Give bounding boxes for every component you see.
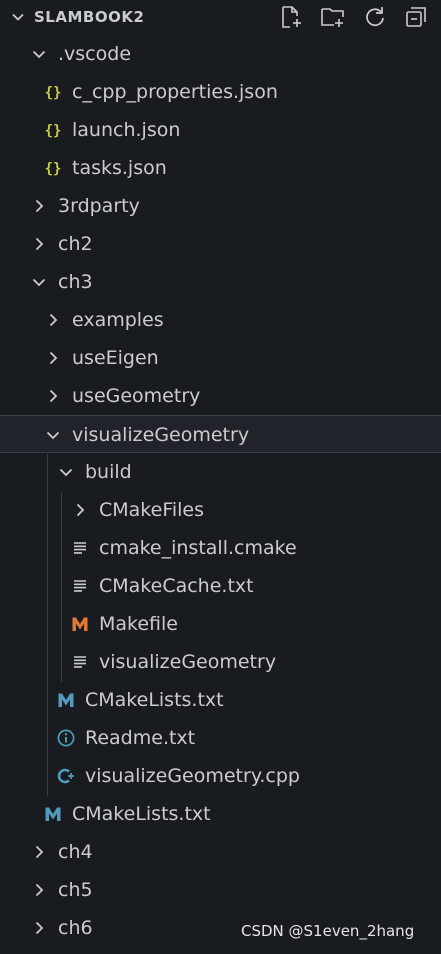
tree-item-label: tasks.json <box>72 157 167 179</box>
collapse-all-icon[interactable] <box>403 4 429 30</box>
tree-file-visualizegeometry[interactable]: visualizeGeometry <box>0 643 441 681</box>
tree-folder-useeigen[interactable]: useEigen <box>0 339 441 377</box>
tree-item-label: examples <box>72 309 164 331</box>
tree-file-cmake-install-cmake[interactable]: cmake_install.cmake <box>0 529 441 567</box>
tree-item-label: 3rdparty <box>58 195 140 217</box>
tree-item-label: ch2 <box>58 233 93 255</box>
tree-file-c-cpp-properties-json[interactable]: {} c_cpp_properties.json <box>0 73 441 111</box>
chevron-down-icon <box>44 426 62 444</box>
chevron-right-icon <box>30 235 48 253</box>
tree-folder-ch4[interactable]: ch4 <box>0 833 441 871</box>
tree-file-cmakecache-txt[interactable]: CMakeCache.txt <box>0 567 441 605</box>
cmake-file-icon <box>57 691 75 709</box>
tree-file-makefile[interactable]: Makefile <box>0 605 441 643</box>
tree-folder-build[interactable]: build <box>0 453 441 491</box>
text-file-icon <box>71 577 89 595</box>
tree-item-label: Makefile <box>99 613 178 635</box>
new-file-icon[interactable] <box>278 4 304 30</box>
tree-file-visualizegeometry-cpp[interactable]: visualizeGeometry.cpp <box>0 757 441 795</box>
tree-file-tasks-json[interactable]: {} tasks.json <box>0 149 441 187</box>
chevron-down-icon <box>30 45 48 63</box>
chevron-right-icon <box>71 501 89 519</box>
new-folder-icon[interactable] <box>320 4 346 30</box>
indent-guide <box>61 492 62 682</box>
tree-item-label: visualizeGeometry <box>72 424 250 446</box>
tree-item-label: cmake_install.cmake <box>99 537 297 559</box>
chevron-right-icon <box>44 311 62 329</box>
tree-item-label: useGeometry <box>72 385 201 407</box>
tree-item-label: visualizeGeometry.cpp <box>85 765 300 787</box>
tree-file-cmakelists-txt[interactable]: CMakeLists.txt <box>0 795 441 833</box>
tree-item-label: CMakeLists.txt <box>72 803 211 825</box>
chevron-down-icon <box>30 273 48 291</box>
chevron-right-icon <box>30 843 48 861</box>
json-file-icon: {} <box>44 83 62 101</box>
refresh-icon[interactable] <box>362 4 388 30</box>
cmake-file-icon <box>44 805 62 823</box>
tree-item-label: ch3 <box>58 271 93 293</box>
tree-file-readme-txt[interactable]: Readme.txt <box>0 719 441 757</box>
tree-item-label: useEigen <box>72 347 159 369</box>
explorer-header: SLAMBOOK2 <box>0 0 441 34</box>
tree-folder-ch3[interactable]: ch3 <box>0 263 441 301</box>
chevron-right-icon <box>30 919 48 937</box>
tree-item-label: ch4 <box>58 841 93 863</box>
tree-item-label: launch.json <box>72 119 181 141</box>
explorer-title[interactable]: SLAMBOOK2 <box>34 8 144 26</box>
chevron-right-icon <box>30 881 48 899</box>
tree-folder-vscode[interactable]: .vscode <box>0 35 441 73</box>
tree-folder-examples[interactable]: examples <box>0 301 441 339</box>
tree-item-label: CMakeFiles <box>99 499 205 521</box>
svg-text:{}: {} <box>45 161 62 177</box>
chevron-right-icon <box>44 349 62 367</box>
indent-guide <box>47 454 48 796</box>
makefile-icon <box>71 615 89 633</box>
tree-file-cmakelists-txt[interactable]: CMakeLists.txt <box>0 681 441 719</box>
tree-item-label: ch5 <box>58 879 93 901</box>
chevron-down-icon[interactable] <box>10 9 26 25</box>
tree-item-label: c_cpp_properties.json <box>72 81 278 103</box>
watermark: CSDN @S1even_2hang <box>241 922 415 940</box>
tree-item-label: .vscode <box>58 43 132 65</box>
text-file-icon <box>71 539 89 557</box>
tree-item-label: CMakeLists.txt <box>85 689 224 711</box>
tree-item-label: CMakeCache.txt <box>99 575 254 597</box>
chevron-right-icon <box>44 387 62 405</box>
svg-text:{}: {} <box>45 123 62 139</box>
tree-file-launch-json[interactable]: {} launch.json <box>0 111 441 149</box>
tree-item-label: ch6 <box>58 917 93 939</box>
tree-folder-3rdparty[interactable]: 3rdparty <box>0 187 441 225</box>
json-file-icon: {} <box>44 121 62 139</box>
tree-folder-ch5[interactable]: ch5 <box>0 871 441 909</box>
cpp-file-icon <box>57 767 75 785</box>
info-file-icon <box>57 729 75 747</box>
tree-item-label: Readme.txt <box>85 727 196 749</box>
tree-folder-cmakefiles[interactable]: CMakeFiles <box>0 491 441 529</box>
text-file-icon <box>71 653 89 671</box>
tree-item-label: visualizeGeometry <box>99 651 277 673</box>
json-file-icon: {} <box>44 159 62 177</box>
chevron-down-icon <box>57 463 75 481</box>
chevron-right-icon <box>30 197 48 215</box>
tree-folder-visualizegeometry[interactable]: visualizeGeometry <box>0 415 441 453</box>
tree-item-label: build <box>85 461 132 483</box>
tree-folder-ch2[interactable]: ch2 <box>0 225 441 263</box>
tree-folder-usegeometry[interactable]: useGeometry <box>0 377 441 415</box>
svg-text:{}: {} <box>45 85 62 101</box>
